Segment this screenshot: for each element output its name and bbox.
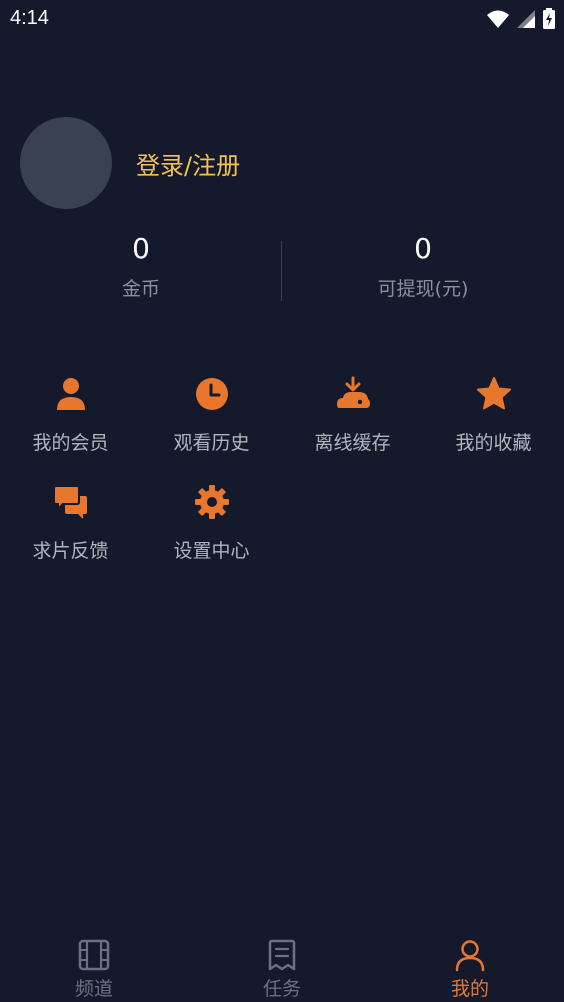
tab-label: 任务 bbox=[262, 978, 301, 1000]
tab-mine[interactable]: 我的 bbox=[376, 938, 564, 1001]
menu-item-label: 求片反馈 bbox=[32, 540, 109, 562]
menu-item-label: 我的会员 bbox=[32, 432, 109, 454]
clock-icon bbox=[195, 378, 228, 410]
menu-item-membership[interactable]: 我的会员 bbox=[0, 376, 141, 455]
wifi-icon bbox=[487, 10, 509, 28]
menu-item-label: 设置中心 bbox=[173, 540, 250, 562]
login-register-link[interactable]: 登录/注册 bbox=[136, 146, 240, 181]
coins-stat[interactable]: 0 金币 bbox=[0, 230, 282, 301]
tab-channels[interactable]: 频道 bbox=[0, 938, 188, 1001]
menu-item-offline-cache[interactable]: 离线缓存 bbox=[282, 376, 423, 455]
bottom-tab-bar: 频道 任务 我的 bbox=[0, 920, 564, 1002]
star-icon bbox=[476, 377, 511, 410]
menu-item-history[interactable]: 观看历史 bbox=[141, 376, 282, 455]
menu-item-label: 观看历史 bbox=[173, 432, 250, 454]
person-icon bbox=[455, 940, 485, 972]
gear-icon bbox=[194, 485, 229, 519]
status-bar: 4:14 bbox=[0, 0, 564, 38]
tab-tasks[interactable]: 任务 bbox=[188, 938, 376, 1001]
stats-panel: 0 金币 0 可提现(元) bbox=[0, 230, 564, 305]
menu-item-favorites[interactable]: 我的收藏 bbox=[423, 376, 564, 455]
coins-label: 金币 bbox=[121, 278, 160, 300]
task-icon bbox=[268, 939, 296, 971]
menu-item-settings[interactable]: 设置中心 bbox=[141, 484, 282, 563]
menu-item-label: 离线缓存 bbox=[314, 432, 391, 454]
status-icons bbox=[486, 8, 556, 30]
chat-icon bbox=[52, 485, 87, 519]
menu-item-feedback[interactable]: 求片反馈 bbox=[0, 484, 141, 563]
coins-value: 0 bbox=[132, 232, 150, 265]
film-icon bbox=[78, 939, 110, 971]
tab-label: 我的 bbox=[450, 978, 489, 1000]
withdrawable-label: 可提现(元) bbox=[377, 278, 469, 300]
tab-label: 频道 bbox=[74, 978, 113, 1000]
avatar[interactable] bbox=[20, 117, 112, 209]
signal-icon bbox=[517, 10, 535, 28]
battery-icon bbox=[543, 8, 555, 29]
status-time: 4:14 bbox=[10, 7, 49, 29]
profile-row: 登录/注册 bbox=[20, 117, 240, 209]
user-icon bbox=[56, 378, 85, 410]
menu-item-label: 我的收藏 bbox=[455, 432, 532, 454]
cloud-download-icon bbox=[336, 376, 370, 408]
withdrawable-stat[interactable]: 0 可提现(元) bbox=[282, 230, 564, 301]
withdrawable-value: 0 bbox=[414, 232, 432, 265]
